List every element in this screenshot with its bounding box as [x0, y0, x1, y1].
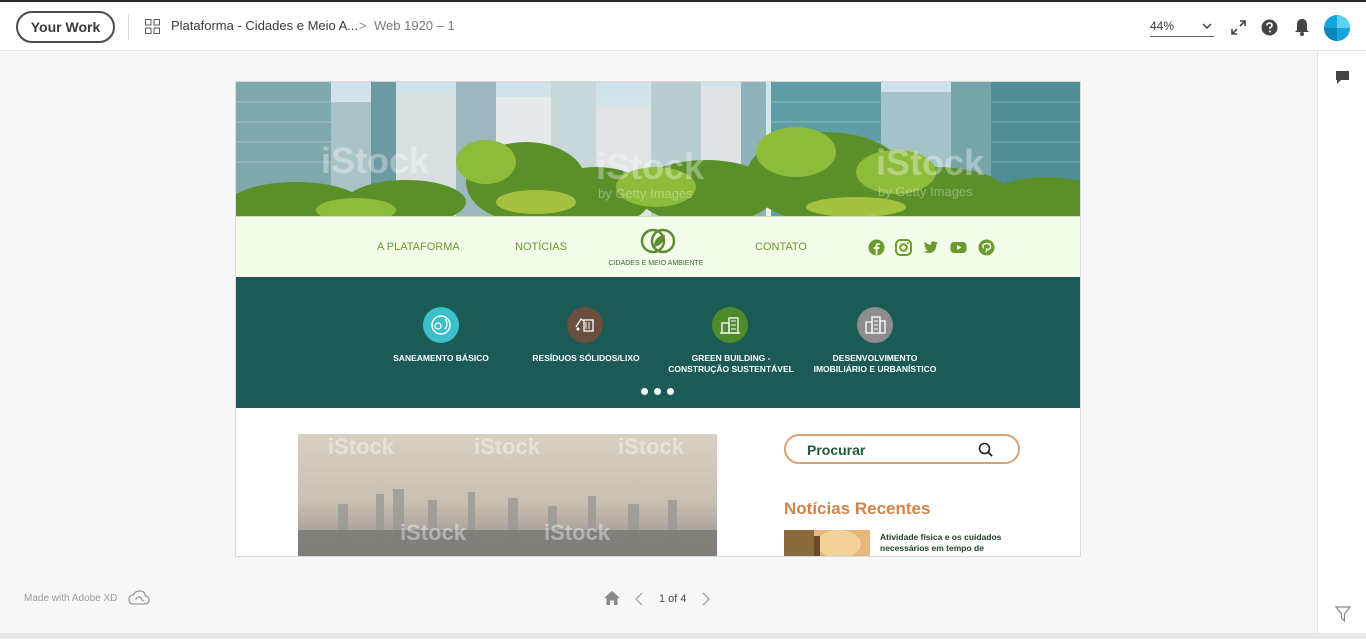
- facebook-icon[interactable]: [868, 239, 885, 256]
- recent-news-title[interactable]: Atividade física e os cuidados necessári…: [880, 532, 1020, 556]
- instagram-icon[interactable]: [895, 239, 912, 256]
- watermark-text: iStock: [328, 434, 395, 459]
- notification-bell-icon[interactable]: [1294, 18, 1310, 36]
- carousel-dot[interactable]: [641, 388, 648, 395]
- category-label-line2: CONSTRUÇÃO SUSTENTÁVEL: [668, 364, 794, 374]
- logo-text: CIDADES E MEIO AMBIENTE: [608, 260, 704, 267]
- site-logo-icon[interactable]: [640, 228, 676, 254]
- category-label[interactable]: SANEAMENTO BÁSICO: [361, 353, 521, 364]
- breadcrumb-artboard: Web 1920 – 1: [374, 18, 455, 33]
- creative-cloud-icon: [128, 590, 150, 605]
- filter-icon[interactable]: [1335, 606, 1351, 622]
- previous-page-icon[interactable]: [634, 592, 644, 606]
- site-nav: A PLATAFORMA NOTÍCIAS CIDADES E MEIO AMB…: [236, 216, 1080, 277]
- watermark-text: iStock: [618, 434, 685, 459]
- watermark-text: iStock: [400, 520, 467, 545]
- comment-icon[interactable]: [1335, 70, 1350, 85]
- next-page-icon[interactable]: [701, 592, 711, 606]
- category-label-line1: SANEAMENTO BÁSICO: [393, 353, 489, 363]
- category-label[interactable]: GREEN BUILDING - CONSTRUÇÃO SUSTENTÁVEL: [651, 353, 811, 375]
- chevron-down-icon: [1202, 23, 1212, 30]
- urban-development-category-icon[interactable]: [857, 307, 893, 343]
- category-label[interactable]: DESENVOLVIMENTO IMOBILIÁRIO E URBANÍSTIC…: [795, 353, 955, 375]
- twitter-icon[interactable]: [922, 239, 939, 256]
- solid-waste-category-icon[interactable]: [567, 307, 603, 343]
- nav-noticias[interactable]: NOTÍCIAS: [515, 241, 567, 253]
- search-icon[interactable]: [978, 442, 993, 457]
- category-label-line1: GREEN BUILDING -: [691, 353, 771, 363]
- category-label-line1: DESENVOLVIMENTO: [832, 353, 918, 363]
- content-section: iStock iStock iStock iStock iStock Procu…: [236, 408, 1080, 556]
- hero-banner-image: iStock iStock by Getty Images iStock by …: [236, 82, 1080, 216]
- page-indicator: 1 of 4: [659, 593, 687, 605]
- made-with-adobe-xd: Made with Adobe XD: [24, 593, 118, 604]
- category-label-line2: IMOBILIÁRIO E URBANÍSTICO: [813, 364, 937, 374]
- youtube-icon[interactable]: [950, 239, 967, 256]
- fullscreen-icon[interactable]: [1230, 19, 1247, 36]
- avatar-graphic-icon: [1324, 15, 1350, 41]
- bottom-edge: [0, 633, 1366, 639]
- recent-news-heading: Notícias Recentes: [784, 499, 931, 518]
- watermark-text: iStock: [544, 520, 611, 545]
- nav-contato[interactable]: CONTATO: [755, 241, 807, 253]
- watermark-text: iStock: [321, 140, 430, 181]
- home-icon[interactable]: [603, 590, 621, 606]
- zoom-select[interactable]: 44%: [1150, 19, 1214, 37]
- help-icon[interactable]: [1261, 19, 1278, 36]
- watermark-subtext: by Getty Images: [598, 186, 693, 201]
- user-avatar[interactable]: [1324, 15, 1350, 41]
- zoom-value: 44%: [1150, 19, 1175, 33]
- search-box[interactable]: Procurar: [784, 434, 1020, 464]
- pinterest-icon[interactable]: [978, 239, 995, 256]
- toolbar-divider: [128, 14, 129, 40]
- carousel-dot[interactable]: [654, 388, 661, 395]
- categories-band: SANEAMENTO BÁSICO RESÍDUOS SÓLIDOS/LIXO …: [236, 277, 1080, 408]
- breadcrumb-project[interactable]: Plataforma - Cidades e Meio A...: [171, 18, 358, 33]
- nav-a-plataforma[interactable]: A PLATAFORMA: [377, 241, 460, 253]
- right-rail: [1317, 51, 1366, 639]
- search-placeholder: Procurar: [807, 442, 866, 458]
- featured-news-image[interactable]: iStock iStock iStock iStock iStock: [298, 434, 717, 556]
- category-label[interactable]: RESÍDUOS SÓLIDOS/LIXO: [506, 353, 666, 364]
- watermark-text: iStock: [596, 146, 705, 187]
- watermark-text: iStock: [876, 142, 985, 183]
- grid-icon[interactable]: [145, 19, 160, 34]
- category-label-line1: RESÍDUOS SÓLIDOS/LIXO: [532, 353, 640, 363]
- top-bar: Your Work Plataforma - Cidades e Meio A.…: [0, 0, 1366, 51]
- watermark-text: iStock: [474, 434, 541, 459]
- breadcrumb-separator: >: [359, 18, 367, 33]
- watermark-subtext: by Getty Images: [878, 184, 973, 199]
- sanitation-category-icon[interactable]: [423, 307, 459, 343]
- green-building-category-icon[interactable]: [712, 307, 748, 343]
- artboard-preview: iStock iStock by Getty Images iStock by …: [235, 81, 1081, 557]
- recent-news-thumbnail[interactable]: [784, 530, 870, 556]
- carousel-dot[interactable]: [667, 388, 674, 395]
- your-work-button[interactable]: Your Work: [16, 11, 115, 43]
